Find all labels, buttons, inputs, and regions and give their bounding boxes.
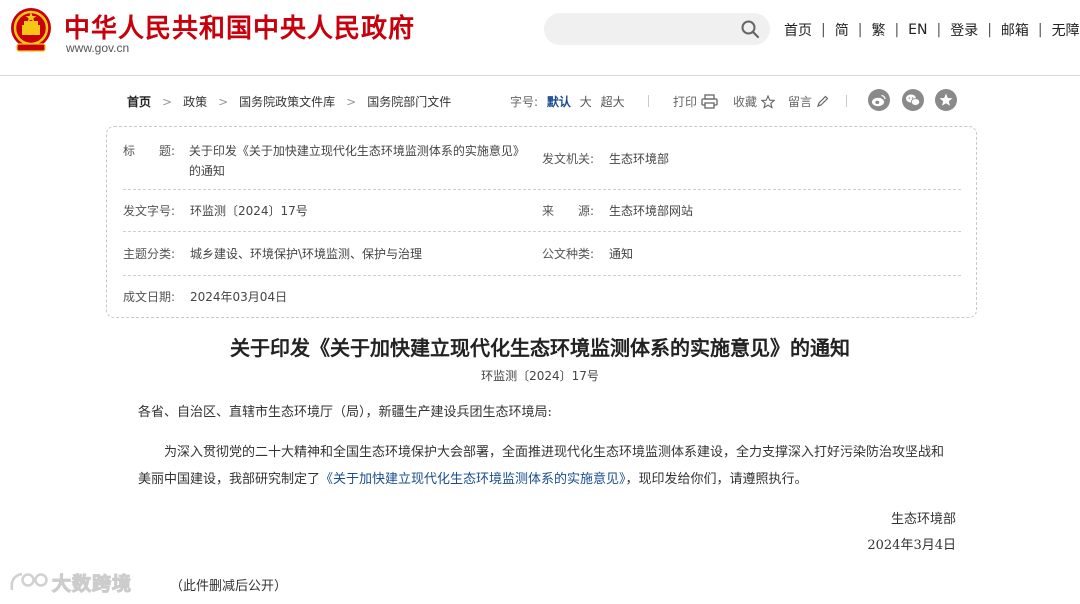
info-row: 主题分类: 城乡建设、环境保护\环境监测、保护与治理 公文种类: 通知	[123, 232, 961, 276]
star-icon[interactable]	[935, 89, 957, 111]
printer-icon	[701, 94, 718, 109]
article-toolbar: 首页 > 政策 > 国务院政策文件库 > 国务院部门文件 字号: 默认 大 超大…	[127, 89, 967, 113]
font-size-selector: 字号: 默认 大 超大	[510, 93, 625, 110]
font-size-label: 字号:	[510, 95, 539, 109]
info-topic-value: 城乡建设、环境保护\环境监测、保护与治理	[190, 247, 423, 261]
favorite-label: 收藏	[733, 95, 758, 109]
top-nav: 首页 | 简 | 繁 | EN | 登录 | 邮箱 | 无障碍	[784, 20, 1080, 40]
breadcrumb-policy[interactable]: 政策	[183, 93, 207, 110]
breadcrumb: 首页 > 政策 > 国务院政策文件库 > 国务院部门文件	[127, 93, 451, 110]
info-title: 标 题: 关于印发《关于加快建立现代化生态环境监测体系的实施意见》的通知	[123, 141, 523, 181]
info-docno-label: 发文字号:	[123, 204, 176, 218]
star-outline-icon	[761, 94, 776, 109]
article-sign-date: 2024年3月4日	[867, 538, 956, 553]
info-type-label: 公文种类:	[542, 247, 595, 261]
toolbar-divider	[648, 95, 649, 107]
document-info-box: 标 题: 关于印发《关于加快建立现代化生态环境监测体系的实施意见》的通知 发文机…	[106, 126, 977, 318]
nav-separator: |	[936, 22, 942, 38]
info-source-label: 来 源:	[542, 204, 595, 218]
info-source: 来 源: 生态环境部网站	[542, 201, 693, 221]
font-size-xlarge[interactable]: 超大	[601, 95, 625, 109]
search-input[interactable]	[544, 13, 770, 45]
info-topic: 主题分类: 城乡建设、环境保护\环境监测、保护与治理	[123, 244, 422, 264]
pencil-icon	[817, 95, 829, 107]
national-emblem-icon[interactable]	[9, 6, 53, 54]
nav-home[interactable]: 首页	[784, 20, 812, 40]
nav-separator: |	[987, 22, 992, 38]
print-button[interactable]: 打印	[673, 93, 718, 110]
info-date-label: 成文日期:	[123, 290, 176, 304]
site-header: 中华人民共和国中央人民政府 www.gov.cn 首页 | 简 | 繁 | EN | 登…	[0, 0, 1080, 76]
nav-english[interactable]: EN	[908, 22, 927, 38]
article-note: （此件删减后公开）	[170, 579, 288, 594]
nav-login[interactable]: 登录	[950, 20, 978, 40]
info-row: 标 题: 关于印发《关于加快建立现代化生态环境监测体系的实施意见》的通知 发文机…	[123, 141, 961, 190]
watermark-text: 大数跨境	[51, 572, 133, 595]
article-body-text-end: ，现印发给你们，请遵照执行。	[625, 472, 808, 487]
favorite-button[interactable]: 收藏	[733, 93, 776, 110]
site-url[interactable]: www.gov.cn	[66, 41, 129, 55]
site-title[interactable]: 中华人民共和国中央人民政府	[64, 8, 415, 45]
wechat-glyph	[906, 94, 921, 106]
article-signer: 生态环境部	[890, 512, 956, 527]
nav-traditional[interactable]: 繁	[871, 20, 885, 40]
nav-simplified[interactable]: 简	[835, 20, 849, 40]
info-date: 成文日期: 2024年03月04日	[123, 287, 287, 307]
article-salutation: 各省、自治区、直辖市生态环境厅（局），新疆生产建设兵团生态环境局:	[138, 405, 552, 420]
info-date-value: 2024年03月04日	[190, 290, 288, 304]
print-label: 打印	[673, 95, 698, 109]
watermark: 大数跨境	[8, 568, 132, 596]
info-issuer-label: 发文机关:	[542, 152, 595, 166]
info-title-label: 标 题:	[123, 144, 176, 158]
star-glyph	[939, 93, 953, 106]
nav-accessibility[interactable]: 无障碍	[1052, 20, 1080, 40]
info-source-value: 生态环境部网站	[609, 204, 694, 218]
info-row: 发文字号: 环监测〔2024〕17号 来 源: 生态环境部网站	[123, 190, 961, 232]
chevron-right-icon: >	[346, 94, 357, 109]
article-body-link[interactable]: 《关于加快建立现代化生态环境监测体系的实施意见》	[320, 472, 626, 487]
article-title: 关于印发《关于加快建立现代化生态环境监测体系的实施意见》的通知	[230, 336, 850, 360]
breadcrumb-policy-library[interactable]: 国务院政策文件库	[239, 93, 335, 110]
nav-separator: |	[894, 22, 900, 38]
breadcrumb-home[interactable]: 首页	[127, 93, 151, 110]
nav-mail[interactable]: 邮箱	[1001, 20, 1029, 40]
info-issuer-value: 生态环境部	[609, 152, 670, 166]
nav-separator: |	[857, 22, 863, 38]
info-row: 成文日期: 2024年03月04日	[123, 276, 961, 316]
weibo-icon[interactable]	[868, 89, 890, 111]
info-docno: 发文字号: 环监测〔2024〕17号	[123, 201, 308, 221]
wechat-icon[interactable]	[902, 89, 924, 111]
chevron-right-icon: >	[162, 94, 173, 109]
info-type: 公文种类: 通知	[542, 244, 633, 264]
article-body: 为深入贯彻党的二十大精神和全国生态环境保护大会部署，全面推进现代化生态环境监测体…	[138, 439, 950, 493]
toolbar-divider	[846, 95, 847, 107]
info-type-value: 通知	[609, 247, 634, 261]
info-title-value: 关于印发《关于加快建立现代化生态环境监测体系的实施意见》的通知	[188, 144, 519, 178]
font-size-large[interactable]: 大	[580, 95, 592, 109]
breadcrumb-department-docs[interactable]: 国务院部门文件	[367, 93, 451, 110]
article-doc-number: 环监测〔2024〕17号	[481, 369, 599, 383]
comment-label: 留言	[788, 95, 813, 109]
comment-button[interactable]: 留言	[788, 93, 829, 110]
search-icon[interactable]	[740, 19, 760, 39]
watermark-logo-icon	[10, 572, 48, 591]
nav-separator: |	[1037, 22, 1043, 38]
chevron-right-icon: >	[218, 94, 229, 109]
weibo-glyph	[872, 94, 886, 107]
font-size-default[interactable]: 默认	[547, 95, 571, 109]
info-topic-label: 主题分类:	[123, 247, 176, 261]
info-issuer: 发文机关: 生态环境部	[542, 149, 669, 169]
info-docno-value: 环监测〔2024〕17号	[190, 204, 308, 218]
nav-separator: |	[821, 22, 826, 38]
